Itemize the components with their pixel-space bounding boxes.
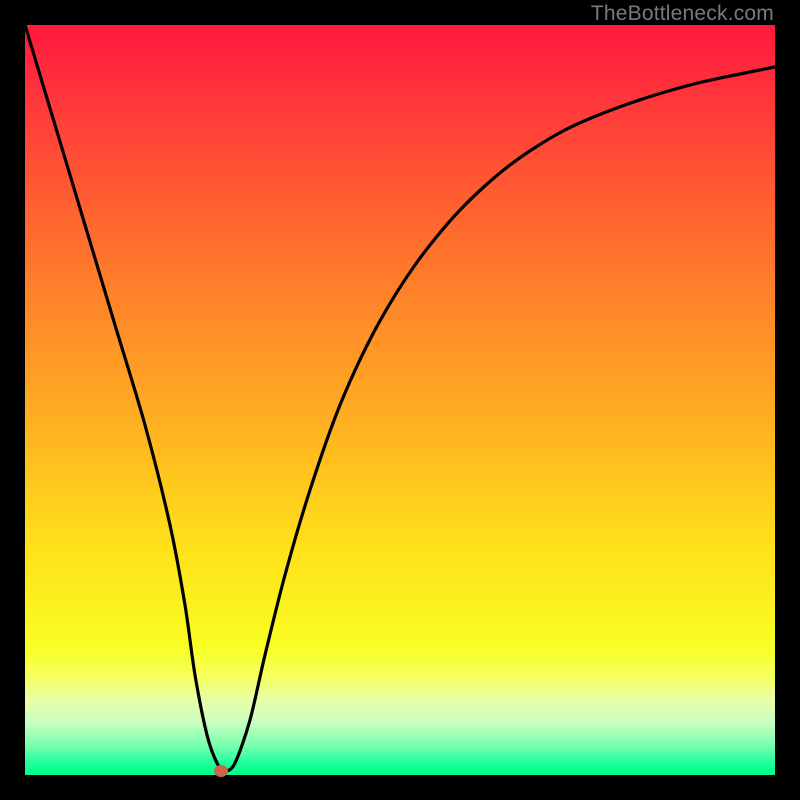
watermark-text: TheBottleneck.com <box>591 2 774 26</box>
chart-frame: TheBottleneck.com <box>0 0 800 800</box>
optimum-marker <box>214 765 228 777</box>
bottleneck-curve <box>25 25 775 775</box>
plot-area <box>25 25 775 775</box>
